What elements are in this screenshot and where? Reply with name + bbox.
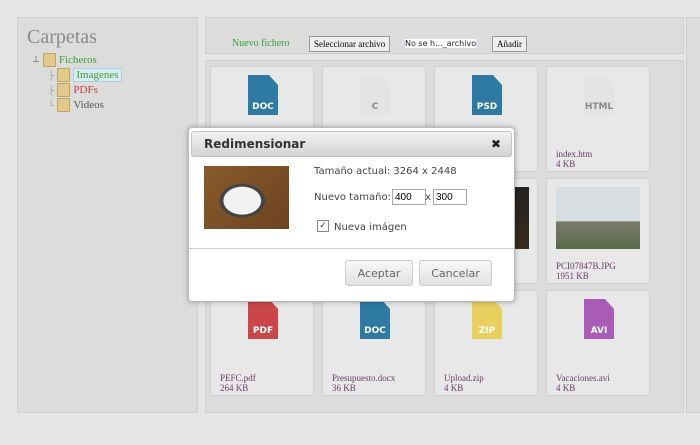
file-info: PEFC.pdf 264 KB bbox=[220, 373, 256, 393]
dialog-title: Redimensionar bbox=[204, 137, 306, 151]
file-info: Presupuesto.docx 36 KB bbox=[332, 373, 395, 393]
file-size: 264 KB bbox=[220, 383, 249, 393]
scrollbar[interactable] bbox=[686, 17, 700, 413]
file-status: No se h..._archivo bbox=[405, 39, 477, 48]
accept-button[interactable]: Aceptar bbox=[345, 260, 413, 286]
file-tile[interactable]: DOC Presupuesto.docx 36 KB bbox=[322, 290, 426, 396]
divider bbox=[189, 248, 514, 249]
tree-item-imagenes[interactable]: ├ Imagenes bbox=[48, 67, 122, 82]
file-info: Upload.zip 4 KB bbox=[444, 373, 484, 393]
image-preview bbox=[204, 166, 289, 229]
file-name: PCI07847B.JPG bbox=[556, 261, 616, 271]
psd-file-icon: PSD bbox=[472, 75, 502, 115]
tree-root-label: Ficheros bbox=[58, 53, 97, 66]
file-info: PCI07847B.JPG 1951 KB bbox=[556, 261, 616, 281]
tree-item-label: PDFs bbox=[73, 83, 98, 96]
resize-dialog: Redimensionar ✖ Tamaño actual: 3264 x 24… bbox=[188, 127, 515, 302]
html-file-icon: HTML bbox=[584, 75, 614, 115]
cancel-button[interactable]: Cancelar bbox=[419, 260, 492, 286]
folders-panel: Carpetas ⊥ Ficheros ├ Imagenes ├ PDFs └ Vide… bbox=[17, 17, 198, 413]
close-icon[interactable]: ✖ bbox=[491, 137, 501, 151]
upload-label: Nuevo fichero bbox=[232, 38, 290, 49]
new-size-label: Nuevo tamaño: bbox=[314, 192, 391, 203]
file-tile[interactable]: ZIP Upload.zip 4 KB bbox=[434, 290, 538, 396]
folder-icon bbox=[42, 52, 56, 67]
dialog-header: Redimensionar ✖ bbox=[191, 131, 512, 157]
pdf-file-icon: PDF bbox=[248, 299, 278, 339]
file-tile[interactable]: AVI Vacaciones.avi 4 KB bbox=[546, 290, 650, 396]
tree-item-videos[interactable]: └ Videos bbox=[48, 97, 122, 112]
tree-root[interactable]: ⊥ Ficheros bbox=[32, 52, 122, 67]
file-size: 4 KB bbox=[556, 159, 576, 169]
doc-file-icon: DOC bbox=[248, 75, 278, 115]
folder-tree: ⊥ Ficheros ├ Imagenes ├ PDFs └ Videos bbox=[32, 52, 122, 112]
file-tile[interactable]: PDF PEFC.pdf 264 KB bbox=[210, 290, 314, 396]
select-file-button[interactable]: Seleccionar archivo bbox=[309, 36, 391, 52]
new-image-label: Nueva imágen bbox=[334, 222, 407, 233]
file-name: PEFC.pdf bbox=[220, 373, 256, 383]
upload-bar: Nuevo fichero Seleccionar archivo No se … bbox=[205, 17, 684, 54]
width-input[interactable] bbox=[392, 189, 426, 205]
photo-thumbnail bbox=[556, 187, 640, 249]
file-info: index.htm 4 KB bbox=[556, 149, 592, 169]
current-size: Tamaño actual: 3264 x 2448 bbox=[314, 166, 457, 177]
file-info: Vacaciones.avi 4 KB bbox=[556, 373, 610, 393]
add-button[interactable]: Añadir bbox=[492, 36, 527, 52]
file-size: 4 KB bbox=[444, 383, 464, 393]
file-name: Presupuesto.docx bbox=[332, 373, 396, 383]
file-size: 36 KB bbox=[332, 383, 356, 393]
new-image-checkbox[interactable]: ✓ bbox=[317, 220, 329, 232]
file-size: 4 KB bbox=[556, 383, 576, 393]
zip-file-icon: ZIP bbox=[472, 299, 502, 339]
avi-file-icon: AVI bbox=[584, 299, 614, 339]
file-name: Upload.zip bbox=[444, 373, 484, 383]
folder-icon bbox=[57, 67, 71, 82]
folders-title: Carpetas bbox=[27, 26, 97, 48]
file-size: 1951 KB bbox=[556, 271, 589, 281]
times-sign: x bbox=[425, 192, 431, 203]
doc-file-icon: DOC bbox=[360, 299, 390, 339]
c-file-icon: C bbox=[360, 75, 390, 115]
folder-icon bbox=[57, 97, 71, 112]
file-name: index.htm bbox=[556, 149, 593, 159]
tree-item-label: Imagenes bbox=[73, 67, 122, 82]
height-input[interactable] bbox=[433, 189, 467, 205]
file-name: Vacaciones.avi bbox=[556, 373, 610, 383]
folder-icon bbox=[57, 82, 71, 97]
file-tile[interactable]: HTML index.htm 4 KB bbox=[546, 66, 650, 172]
tree-item-label: Videos bbox=[73, 98, 104, 111]
tree-item-pdfs[interactable]: ├ PDFs bbox=[48, 82, 122, 97]
file-tile[interactable]: PCI07847B.JPG 1951 KB bbox=[546, 178, 650, 284]
